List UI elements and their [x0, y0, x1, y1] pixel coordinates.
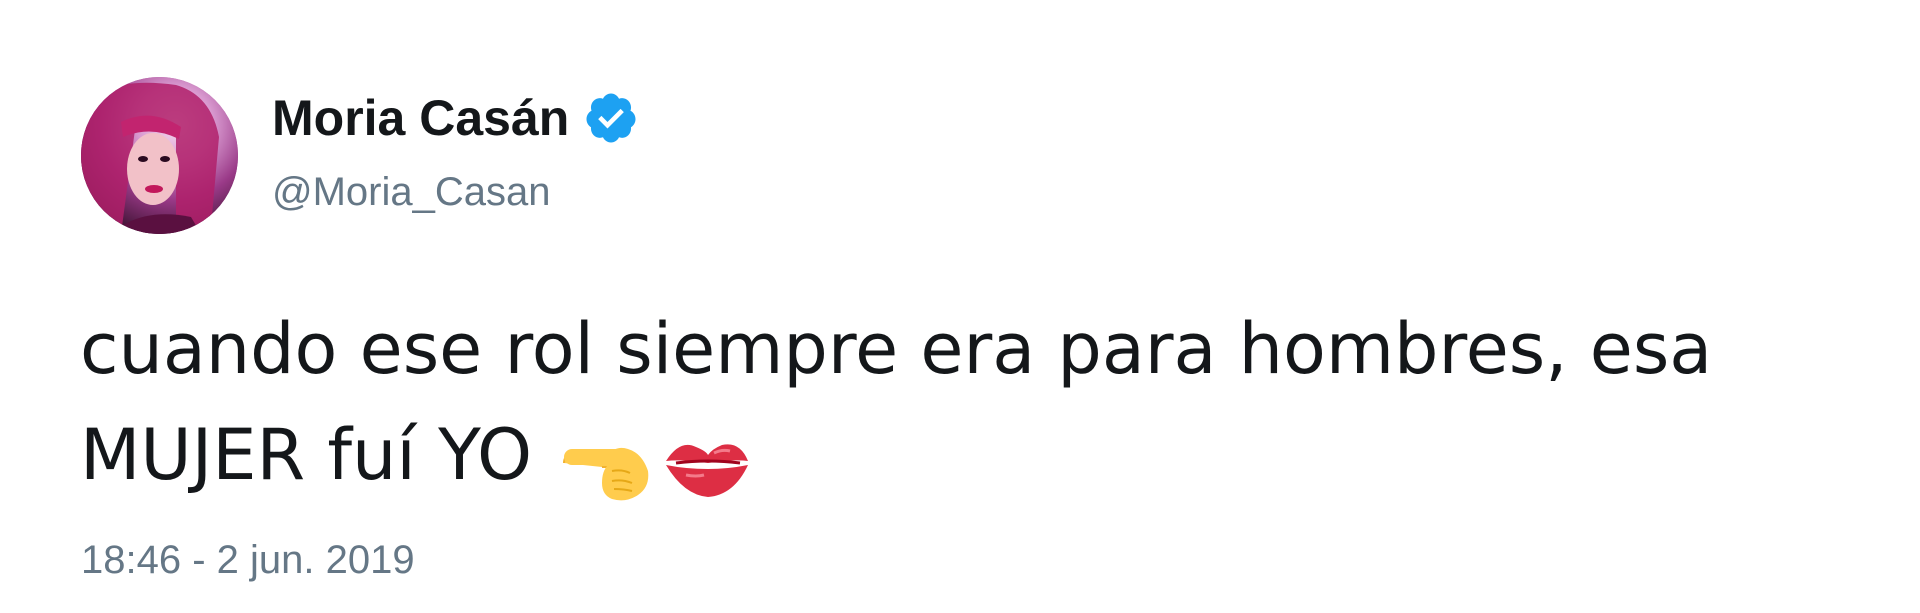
avatar-image: [81, 77, 238, 234]
author-name-row: Moria Casán: [272, 88, 639, 148]
tweet-text-line-2: MUJER fuí YO: [80, 402, 1920, 508]
display-name[interactable]: Moria Casán: [272, 93, 569, 143]
verified-badge-icon: [583, 90, 639, 146]
tweet-text-line: MUJER fuí YO: [80, 414, 533, 496]
tweet-card: Moria Casán @Moria_Casan cuando ese rol …: [0, 0, 1920, 613]
pointing-right-emoji-icon: [556, 425, 656, 505]
avatar[interactable]: [81, 77, 238, 234]
tweet-text-line: cuando ese rol siempre era para hombres,…: [80, 308, 1713, 390]
tweet-text: cuando ese rol siempre era para hombres,…: [80, 296, 1920, 508]
tweet-timestamp[interactable]: 18:46 - 2 jun. 2019: [81, 540, 415, 580]
emoji-group: [556, 407, 756, 513]
kiss-mark-emoji-icon: [656, 425, 756, 505]
author-handle[interactable]: @Moria_Casan: [272, 172, 551, 212]
